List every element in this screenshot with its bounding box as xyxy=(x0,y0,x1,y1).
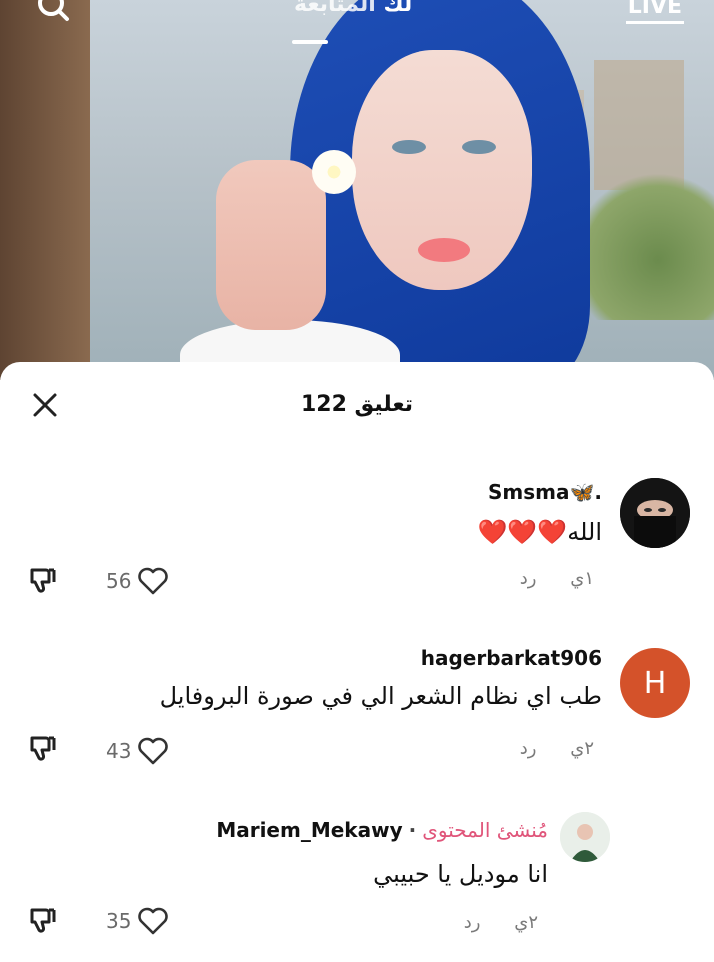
comment-username-row: Mariem_Mekawy · مُنشئ المحتوى xyxy=(216,818,548,842)
avatar[interactable] xyxy=(620,478,690,548)
like-control[interactable]: 35 xyxy=(106,906,169,936)
avatar-letter: H xyxy=(643,665,667,701)
mouth xyxy=(418,238,470,262)
comment-meta: ٢ي رد xyxy=(520,738,594,759)
like-count: 35 xyxy=(106,909,132,933)
comment-time: ٢ي xyxy=(514,912,538,933)
comments-count-title: 122 تعليق xyxy=(300,392,414,417)
creator-badge: مُنشئ المحتوى xyxy=(422,818,548,842)
comment-time: ٢ي xyxy=(570,738,594,759)
video-preview[interactable]: لك المتابعة LIVE xyxy=(0,0,714,380)
comment-text: الله❤️❤️❤️ xyxy=(477,518,602,546)
background-trees xyxy=(574,170,714,320)
reply-button[interactable]: رد xyxy=(520,738,537,759)
avatar[interactable]: H xyxy=(620,648,690,718)
hand xyxy=(216,160,326,330)
search-icon[interactable] xyxy=(36,0,70,24)
comment-text: طب اي نظام الشعر الي في صورة البروفايل xyxy=(159,682,602,710)
feed-tabs: لك المتابعة xyxy=(280,0,412,17)
heart-icon[interactable] xyxy=(137,566,169,596)
heart-icon[interactable] xyxy=(137,906,169,936)
reply-button[interactable]: رد xyxy=(464,912,481,933)
like-control[interactable]: 43 xyxy=(106,736,169,766)
eye xyxy=(392,140,426,154)
dislike-icon[interactable] xyxy=(28,734,58,764)
comment-meta: ٢ي رد xyxy=(464,912,538,933)
like-control[interactable]: 56 xyxy=(106,566,169,596)
tab-following[interactable]: المتابعة xyxy=(294,0,376,17)
avatar-image xyxy=(620,478,690,548)
live-button[interactable]: LIVE xyxy=(625,0,684,24)
comment-username[interactable]: hagerbarkat906 xyxy=(421,646,602,670)
comment-username[interactable]: Smsma🦋. xyxy=(488,480,602,504)
heart-icon[interactable] xyxy=(137,736,169,766)
avatar-image xyxy=(560,812,610,862)
dislike-icon[interactable] xyxy=(28,566,58,596)
active-tab-indicator xyxy=(292,40,328,44)
comment-text: انا موديل يا حبيبي xyxy=(373,860,548,888)
avatar[interactable] xyxy=(560,812,610,862)
like-count: 56 xyxy=(106,569,132,593)
dislike-icon[interactable] xyxy=(28,906,58,936)
curtain-bg xyxy=(0,0,90,380)
comment-meta: ١ي رد xyxy=(520,568,594,589)
comment-time: ١ي xyxy=(570,568,594,589)
eye xyxy=(462,140,496,154)
comment-username[interactable]: Mariem_Mekawy xyxy=(216,818,402,842)
reply-button[interactable]: رد xyxy=(520,568,537,589)
flower xyxy=(312,150,356,194)
like-count: 43 xyxy=(106,739,132,763)
tab-foryou[interactable]: لك xyxy=(383,0,412,17)
comments-sheet: 122 تعليق Smsma🦋. الله❤️❤️❤️ ١ي رد 56 H … xyxy=(0,362,714,962)
